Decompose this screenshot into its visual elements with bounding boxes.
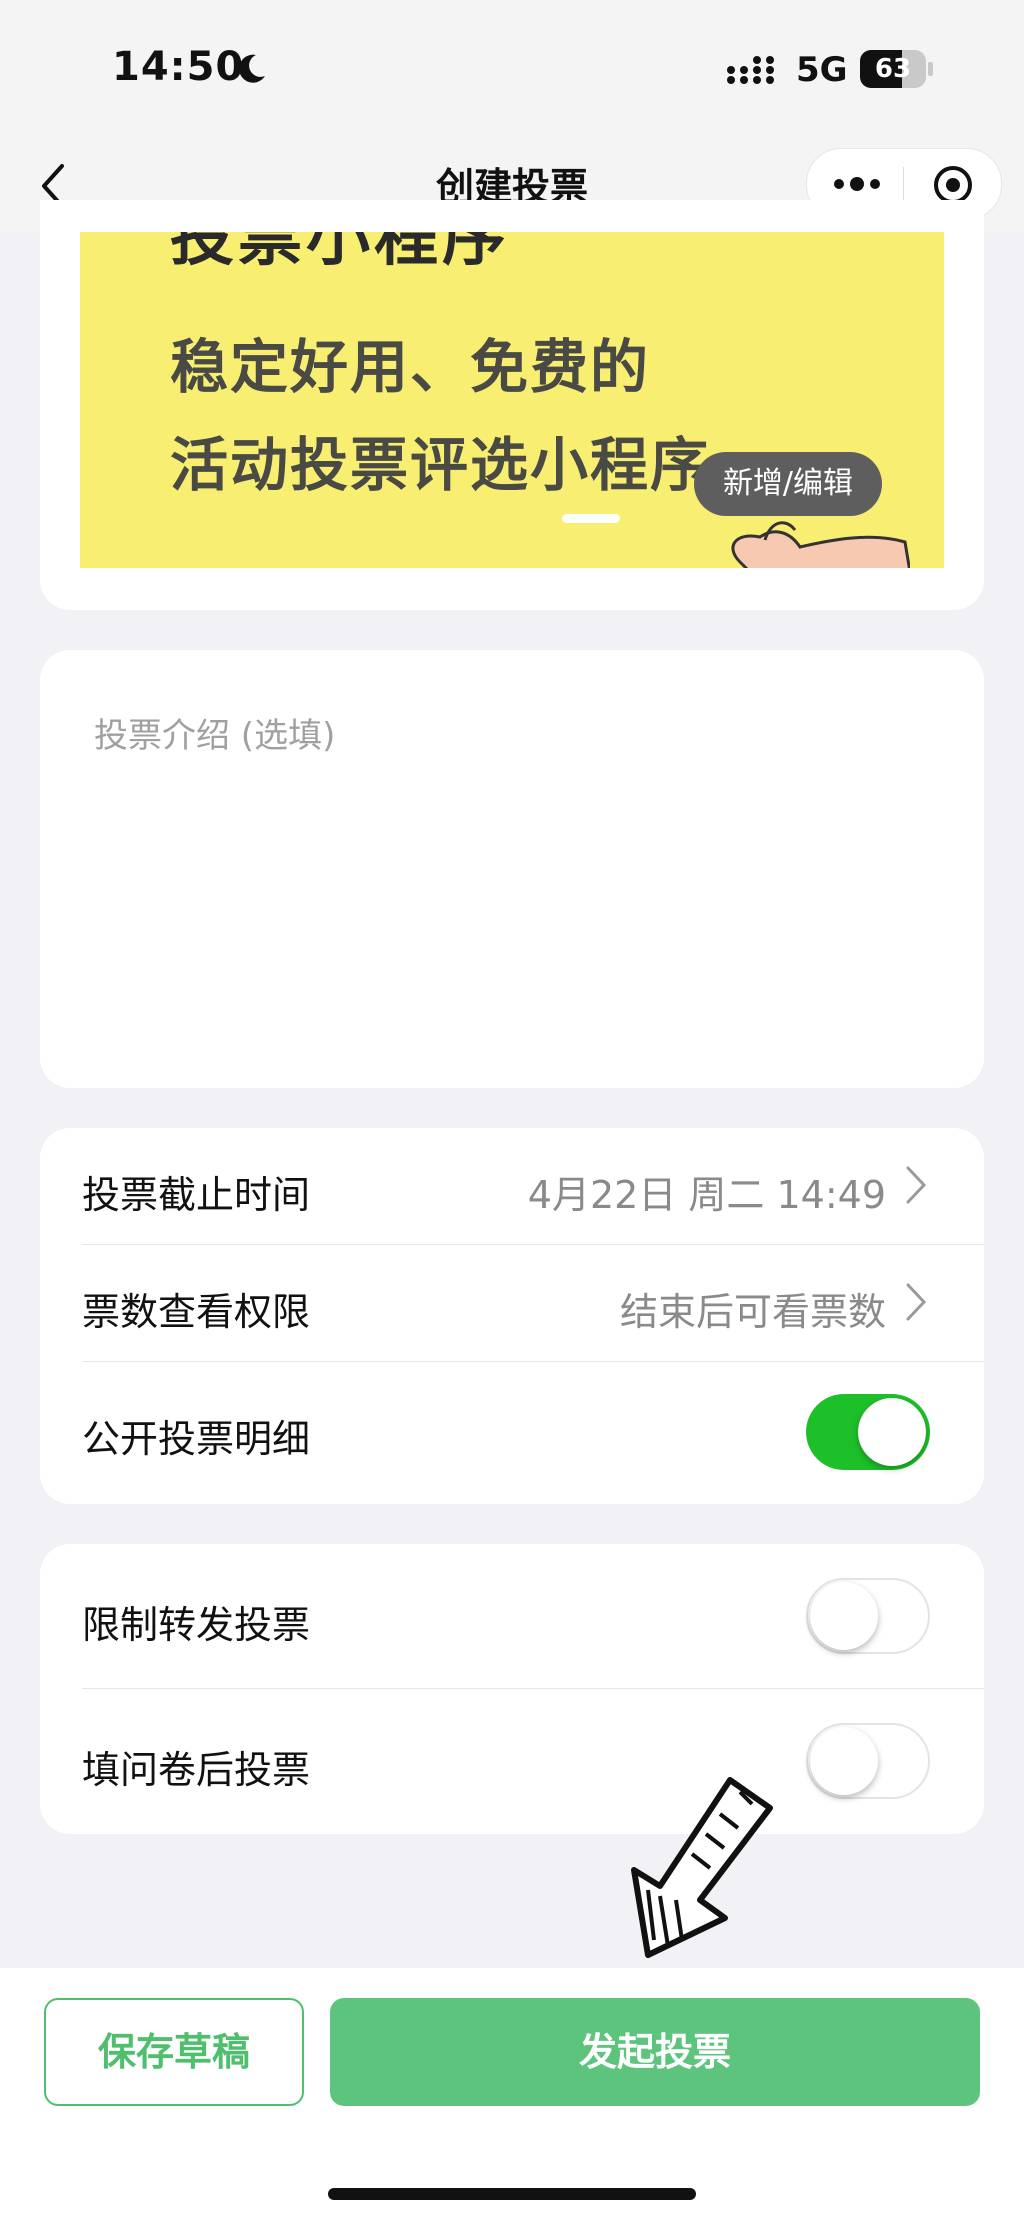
public-detail-label: 公开投票明细 xyxy=(82,1417,311,1461)
options-card: 限制转发投票 填问卷后投票 xyxy=(40,1544,984,1834)
visibility-label: 票数查看权限 xyxy=(82,1290,311,1334)
chevron-right-icon xyxy=(906,1166,927,1204)
chevron-right-icon xyxy=(906,1283,927,1321)
status-bar: 14:50 5G 63 xyxy=(0,0,1024,140)
limit-forward-label: 限制转发投票 xyxy=(82,1603,311,1647)
banner-image[interactable]: 投票小程序 稳定好用、免费的 活动投票评选小程序 xyxy=(80,232,944,568)
publish-vote-button[interactable]: 发起投票 xyxy=(330,1998,980,2106)
edit-banner-button[interactable]: 新增/编辑 xyxy=(694,452,882,516)
intro-input[interactable] xyxy=(94,708,934,1048)
public-detail-row: 公开投票明细 xyxy=(82,1362,942,1504)
deadline-row[interactable]: 投票截止时间 4月22日 周二 14:49 xyxy=(82,1128,942,1244)
home-indicator xyxy=(328,2188,696,2200)
deadline-label: 投票截止时间 xyxy=(82,1173,311,1217)
survey-first-row: 填问卷后投票 xyxy=(82,1689,942,1834)
network-label: 5G xyxy=(796,50,848,90)
battery-icon: 63 xyxy=(860,50,934,88)
survey-first-label: 填问卷后投票 xyxy=(82,1748,311,1792)
status-time: 14:50 xyxy=(112,44,245,90)
deadline-value: 4月22日 周二 14:49 xyxy=(527,1173,886,1217)
public-detail-toggle[interactable] xyxy=(806,1394,930,1470)
battery-level: 63 xyxy=(874,54,912,84)
moon-icon xyxy=(239,54,265,83)
toggle-knob xyxy=(858,1398,926,1466)
toggle-knob xyxy=(810,1582,878,1650)
save-draft-button[interactable]: 保存草稿 xyxy=(44,1998,304,2106)
visibility-row[interactable]: 票数查看权限 结束后可看票数 xyxy=(82,1245,942,1361)
survey-first-toggle[interactable] xyxy=(806,1723,930,1799)
banner-line-1: 稳定好用、免费的 xyxy=(170,333,651,401)
intro-card xyxy=(40,650,984,1088)
carousel-indicator xyxy=(562,514,620,523)
bottom-action-bar: 保存草稿 发起投票 xyxy=(0,1968,1024,2219)
toggle-knob xyxy=(810,1727,878,1795)
banner-top-text: 投票小程序 xyxy=(170,232,510,275)
banner-line-2: 活动投票评选小程序 xyxy=(170,431,711,499)
visibility-value: 结束后可看票数 xyxy=(619,1290,886,1334)
more-icon[interactable] xyxy=(829,169,885,199)
signal-icon xyxy=(727,56,774,84)
limit-forward-toggle[interactable] xyxy=(806,1578,930,1654)
annotation-arrow-icon xyxy=(631,1777,773,1958)
limit-forward-row: 限制转发投票 xyxy=(82,1544,942,1688)
settings-card: 投票截止时间 4月22日 周二 14:49 票数查看权限 结束后可看票数 公开投… xyxy=(40,1128,984,1504)
